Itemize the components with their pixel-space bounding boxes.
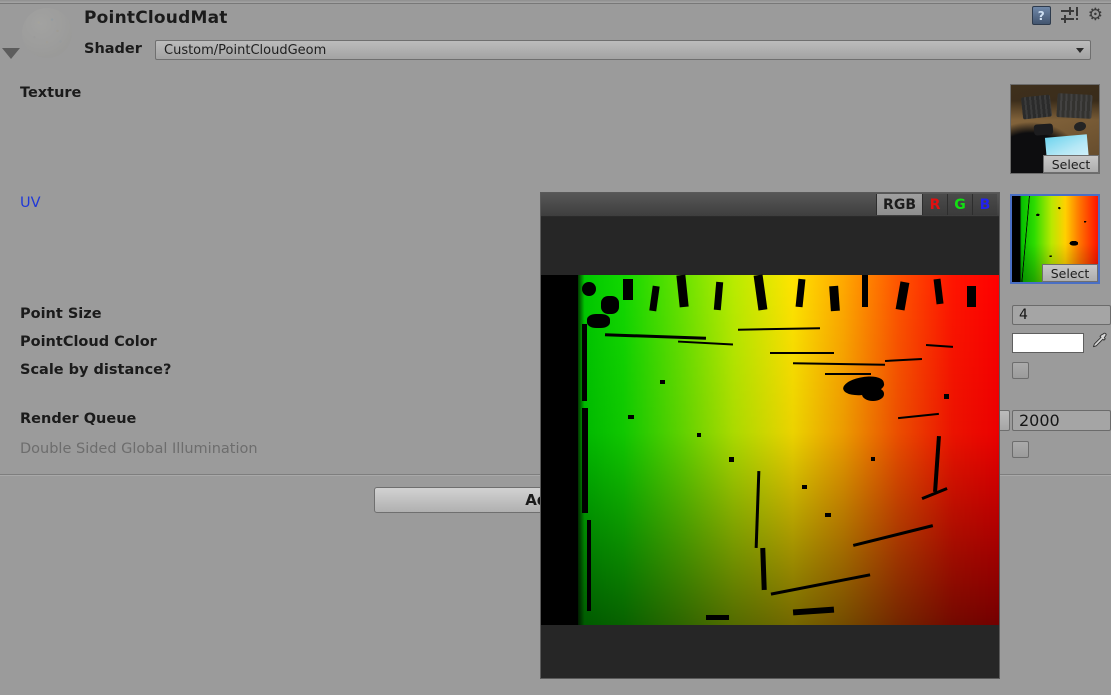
uv-gradient-image [541, 274, 999, 625]
pointcloud-color-swatch[interactable] [1012, 333, 1084, 353]
scale-by-distance-checkbox[interactable] [1012, 362, 1029, 379]
material-inspector: PointCloudMat Shader Custom/PointCloudGe… [0, 0, 1111, 695]
channel-button-g[interactable]: G [947, 194, 972, 215]
uv-object-field[interactable]: Select [1010, 194, 1100, 284]
point-size-label: Point Size [20, 306, 102, 322]
uv-select-button[interactable]: Select [1042, 264, 1098, 282]
double-sided-gi-checkbox[interactable] [1012, 441, 1029, 458]
material-preview-icon [22, 8, 72, 58]
texture-preview-window: RGB R G B [540, 192, 1000, 679]
chevron-down-icon [1076, 48, 1084, 53]
uv-noise-overlay [541, 274, 999, 625]
pointcloud-color-label: PointCloud Color [20, 334, 157, 350]
thumbnail-object [1073, 120, 1088, 132]
render-queue-input[interactable]: 2000 [1012, 410, 1111, 431]
shader-label: Shader [84, 41, 142, 57]
texture-object-field[interactable]: Select [1010, 84, 1100, 174]
help-icon[interactable]: ? [1031, 6, 1051, 25]
shader-dropdown[interactable]: Custom/PointCloudGeom [155, 40, 1091, 60]
double-sided-gi-label: Double Sided Global Illumination [20, 441, 258, 457]
thumbnail-object [1033, 123, 1054, 136]
eyedropper-icon[interactable] [1088, 331, 1110, 353]
channel-button-rgb[interactable]: RGB [876, 194, 922, 215]
uv-label[interactable]: UV [20, 195, 41, 211]
render-queue-label: Render Queue [20, 411, 137, 427]
window-top-strip [0, 0, 1111, 4]
shader-dropdown-value: Custom/PointCloudGeom [164, 43, 327, 58]
gear-icon[interactable]: ⚙ [1088, 7, 1103, 24]
page-title: PointCloudMat [84, 8, 228, 28]
texture-select-button[interactable]: Select [1043, 155, 1099, 173]
scale-by-distance-label: Scale by distance? [20, 362, 172, 378]
texture-label: Texture [20, 85, 82, 101]
header-icon-group: ? ⚙ [1031, 6, 1103, 25]
foldout-triangle-icon[interactable] [2, 48, 20, 59]
gear-icon-glyph: ⚙ [1087, 5, 1103, 25]
preview-toolbar: RGB R G B [541, 193, 999, 217]
channel-button-b[interactable]: B [972, 194, 997, 215]
point-size-input[interactable]: 4 [1012, 305, 1111, 325]
channel-button-r[interactable]: R [922, 194, 947, 215]
preview-canvas[interactable] [541, 217, 999, 678]
preset-icon[interactable] [1060, 6, 1079, 25]
help-icon-glyph: ? [1037, 8, 1045, 23]
channel-button-group: RGB R G B [876, 194, 997, 215]
